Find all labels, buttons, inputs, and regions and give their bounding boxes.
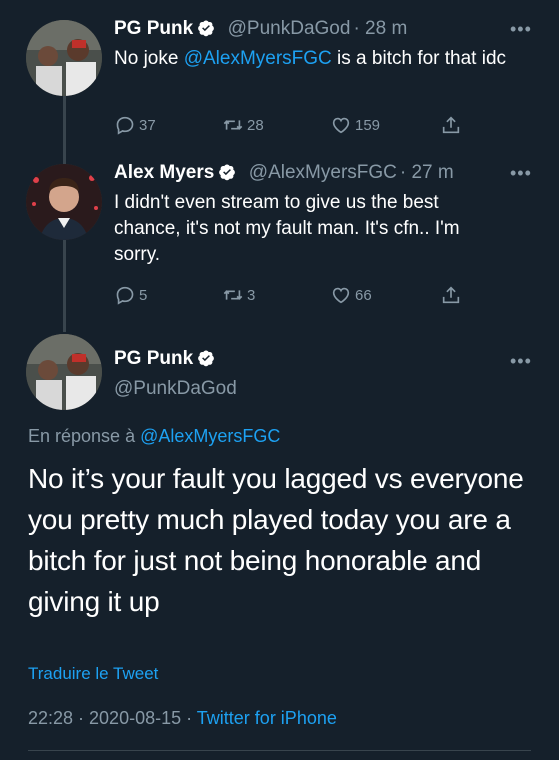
verified-badge-icon: [198, 20, 215, 37]
avatar[interactable]: [26, 20, 102, 96]
timestamp: 22:28 · 2020-08-15 ·: [28, 708, 193, 728]
reply-icon: [116, 286, 134, 305]
verified-badge-icon: [198, 350, 215, 367]
like-count: 159: [355, 116, 381, 134]
tweet-time: · 28 m: [353, 18, 408, 39]
avatar[interactable]: [26, 164, 102, 240]
mention-link[interactable]: @AlexMyersFGC: [184, 48, 332, 69]
like-count: 66: [355, 286, 372, 304]
divider: [28, 750, 531, 751]
verified-badge-icon: [219, 164, 236, 181]
tweet-text-part: No joke: [114, 48, 184, 69]
tweet-actions: 37 28 159: [114, 114, 474, 138]
retweet-icon: [223, 120, 243, 130]
reply-count: 37: [139, 116, 156, 134]
like-button[interactable]: 66: [330, 284, 372, 306]
reply-button[interactable]: 5: [114, 284, 147, 306]
like-button[interactable]: 159: [330, 114, 380, 136]
reply-prefix: En réponse à: [28, 426, 141, 446]
more-dots-icon[interactable]: •••: [510, 352, 532, 370]
share-button[interactable]: [440, 114, 465, 136]
source-link[interactable]: Twitter for iPhone: [197, 708, 337, 728]
reply-button[interactable]: 37: [114, 114, 156, 136]
reply-count: 5: [139, 286, 148, 304]
share-icon: [442, 116, 460, 134]
more-dots-icon[interactable]: •••: [510, 20, 532, 38]
reply-icon: [116, 116, 134, 135]
tweet-text-part: is a bitch for that idc: [331, 48, 507, 69]
thread-line: [63, 96, 66, 164]
main-tweet-text: No it’s your fault you lagged vs everyon…: [28, 463, 524, 617]
author-name[interactable]: PG Punk: [114, 18, 193, 39]
more-dots-icon[interactable]: •••: [510, 164, 532, 182]
thread-line: [63, 240, 66, 332]
retweet-count: 28: [247, 116, 264, 134]
share-button[interactable]: [440, 284, 465, 306]
author-name[interactable]: Alex Myers: [114, 162, 214, 183]
share-icon: [442, 286, 460, 304]
reply-to-link[interactable]: @AlexMyersFGC: [140, 426, 280, 446]
retweet-icon: [223, 290, 243, 300]
author-handle[interactable]: @PunkDaGod: [114, 378, 237, 400]
translate-link[interactable]: Traduire le Tweet: [28, 664, 158, 684]
heart-icon: [332, 287, 350, 304]
retweet-button[interactable]: 28: [222, 114, 264, 136]
tweet-time: · 27 m: [399, 162, 454, 183]
timestamp-row: 22:28 · 2020-08-15 · Twitter for iPhone: [28, 708, 337, 729]
tweet-text: No joke @AlexMyersFGC is a bitch for tha…: [114, 46, 539, 72]
avatar[interactable]: [26, 334, 102, 410]
reply-context: En réponse à @AlexMyersFGC: [28, 426, 280, 447]
tweet-text: I didn't even stream to give us the best…: [114, 192, 460, 265]
tweet-actions: 5 3 66: [114, 284, 474, 308]
retweet-count: 3: [247, 286, 256, 304]
author-name[interactable]: PG Punk: [114, 348, 193, 369]
heart-icon: [332, 117, 350, 134]
author-handle[interactable]: @PunkDaGod: [228, 18, 351, 39]
author-handle[interactable]: @AlexMyersFGC: [249, 162, 397, 183]
retweet-button[interactable]: 3: [222, 284, 255, 306]
